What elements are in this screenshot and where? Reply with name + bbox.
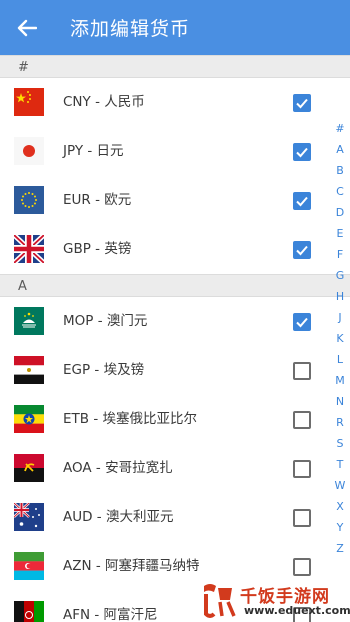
currency-checkbox[interactable]	[293, 411, 311, 429]
arrow-left-icon	[17, 19, 37, 36]
watermark-logo-icon	[204, 584, 236, 618]
alphabet-index[interactable]: # A B C D E F G H J K L M N R S T W X Y …	[330, 118, 350, 559]
currency-row-eur[interactable]: EUR - 欧元	[0, 176, 330, 225]
index-letter[interactable]: S	[330, 433, 350, 454]
et-flag-icon	[14, 405, 44, 433]
index-letter[interactable]: G	[330, 265, 350, 286]
currency-row-etb[interactable]: ETB - 埃塞俄比亚比尔	[0, 395, 330, 444]
watermark-url: www.eduext.com	[244, 604, 350, 617]
checkmark-icon	[296, 98, 308, 109]
currency-checkbox[interactable]	[293, 313, 311, 331]
checkmark-icon	[296, 147, 308, 158]
jp-flag-icon	[14, 137, 44, 165]
index-letter[interactable]: K	[330, 328, 350, 349]
currency-checkbox[interactable]	[293, 558, 311, 576]
currency-label: AUD - 澳大利亚元	[63, 509, 174, 525]
au-flag-icon	[14, 503, 44, 531]
gb-flag-icon	[14, 235, 44, 263]
currency-label: GBP - 英镑	[63, 241, 132, 257]
index-letter[interactable]: E	[330, 223, 350, 244]
currency-label: MOP - 澳门元	[63, 313, 148, 329]
index-letter[interactable]: M	[330, 370, 350, 391]
index-letter[interactable]: X	[330, 496, 350, 517]
watermark: 千饭手游网 www.eduext.com	[200, 580, 350, 620]
section-header-a: A	[0, 274, 350, 297]
cn-flag-icon	[14, 88, 44, 116]
index-letter[interactable]: J	[330, 307, 350, 328]
currency-label: AFN - 阿富汗尼	[63, 607, 158, 622]
currency-checkbox[interactable]	[293, 241, 311, 259]
currency-checkbox[interactable]	[293, 143, 311, 161]
currency-label: CNY - 人民币	[63, 94, 145, 110]
currency-checkbox[interactable]	[293, 362, 311, 380]
index-letter[interactable]: H	[330, 286, 350, 307]
section-header-hash: #	[0, 55, 350, 78]
af-flag-icon	[14, 601, 44, 622]
checkmark-icon	[296, 317, 308, 328]
currency-label: AZN - 阿塞拜疆马纳特	[63, 558, 200, 574]
currency-label: EUR - 欧元	[63, 192, 132, 208]
mo-flag-icon	[14, 307, 44, 335]
index-letter[interactable]: F	[330, 244, 350, 265]
index-letter[interactable]: L	[330, 349, 350, 370]
page-title: 添加编辑货币	[70, 18, 191, 40]
currency-row-aud[interactable]: AUD - 澳大利亚元	[0, 493, 330, 542]
index-letter[interactable]: D	[330, 202, 350, 223]
az-flag-icon	[14, 552, 44, 580]
app-bar: 添加编辑货币	[0, 0, 350, 55]
back-button[interactable]	[0, 0, 54, 55]
currency-checkbox[interactable]	[293, 192, 311, 210]
currency-row-egp[interactable]: EGP - 埃及镑	[0, 346, 330, 395]
currency-checkbox[interactable]	[293, 460, 311, 478]
eg-flag-icon	[14, 356, 44, 384]
index-letter[interactable]: N	[330, 391, 350, 412]
ao-flag-icon	[14, 454, 44, 482]
eu-flag-icon	[14, 186, 44, 214]
index-letter[interactable]: Z	[330, 538, 350, 559]
index-letter[interactable]: #	[330, 118, 350, 139]
currency-row-cny[interactable]: CNY - 人民币	[0, 78, 330, 127]
index-letter[interactable]: T	[330, 454, 350, 475]
currency-label: EGP - 埃及镑	[63, 362, 145, 378]
index-letter[interactable]: Y	[330, 517, 350, 538]
currency-row-gbp[interactable]: GBP - 英镑	[0, 225, 330, 274]
currency-label: AOA - 安哥拉宽扎	[63, 460, 173, 476]
index-letter[interactable]: A	[330, 139, 350, 160]
index-letter[interactable]: B	[330, 160, 350, 181]
checkmark-icon	[296, 196, 308, 207]
currency-row-aoa[interactable]: AOA - 安哥拉宽扎	[0, 444, 330, 493]
index-letter[interactable]: C	[330, 181, 350, 202]
currency-checkbox[interactable]	[293, 509, 311, 527]
currency-row-jpy[interactable]: JPY - 日元	[0, 127, 330, 176]
currency-checkbox[interactable]	[293, 94, 311, 112]
currency-label: ETB - 埃塞俄比亚比尔	[63, 411, 197, 427]
index-letter[interactable]: W	[330, 475, 350, 496]
currency-label: JPY - 日元	[63, 143, 124, 159]
index-letter[interactable]: R	[330, 412, 350, 433]
currency-row-mop[interactable]: MOP - 澳门元	[0, 297, 330, 346]
checkmark-icon	[296, 245, 308, 256]
